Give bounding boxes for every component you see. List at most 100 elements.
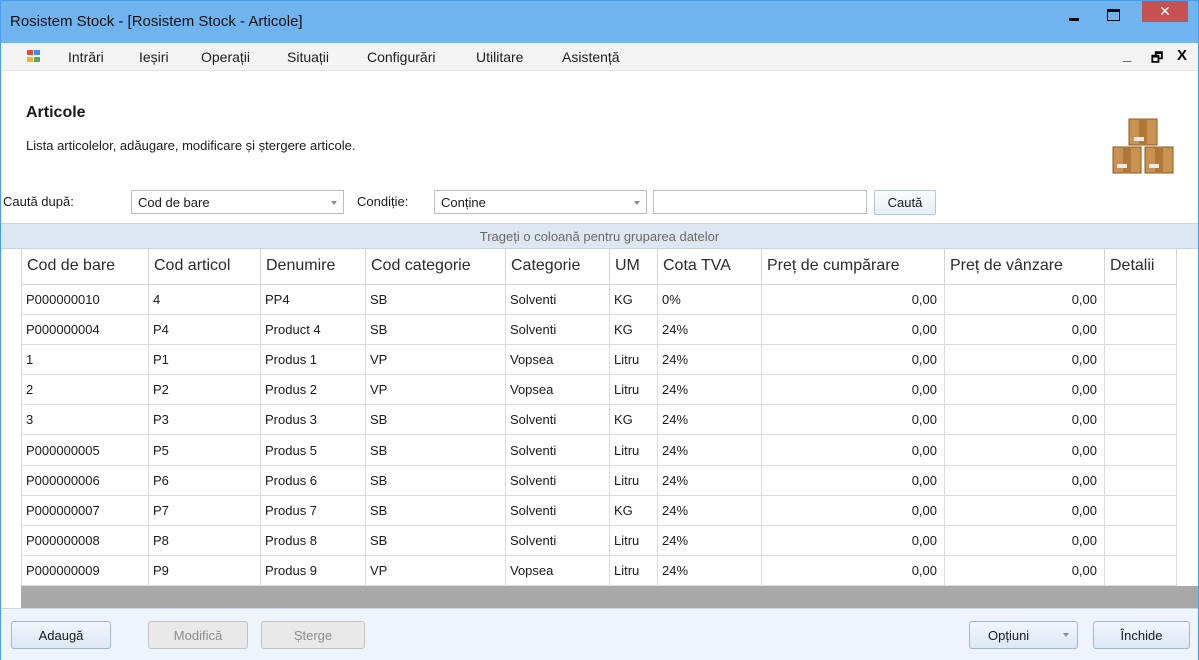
table-cell: Produs 2 bbox=[260, 374, 366, 406]
search-by-select[interactable]: Cod de bare bbox=[131, 190, 344, 214]
mdi-restore-button[interactable]: 🗗 bbox=[1151, 49, 1163, 71]
table-cell: 0,00 bbox=[944, 434, 1105, 466]
column-header-denumire[interactable]: Denumire bbox=[260, 249, 366, 285]
window-title: Rosistem Stock - [Rosistem Stock - Artic… bbox=[10, 13, 303, 30]
table-row[interactable]: P000000006 P6 Produs 6 SB Solventi Litru 24% 0,… bbox=[21, 464, 1177, 496]
table-row[interactable]: 3 P3 Produs 3 SB Solventi KG 24% 0,00 0,00 bbox=[21, 404, 1177, 436]
table-cell: P1 bbox=[148, 343, 261, 376]
table-row[interactable]: P000000010 4 PP4 SB Solventi KG 0% 0,00 0,00 bbox=[21, 283, 1177, 315]
page-title: Articole bbox=[26, 104, 86, 121]
column-header-cota-tva[interactable]: Cota TVA bbox=[657, 249, 762, 285]
table-row[interactable]: 1 P1 Produs 1 VP Vopsea Litru 24% 0,00 0,00 bbox=[21, 343, 1177, 376]
table-cell: 0,00 bbox=[761, 464, 945, 496]
search-by-label: Caută după: bbox=[3, 194, 74, 209]
menu-situatii[interactable]: Situații bbox=[287, 49, 329, 65]
table-cell: SB bbox=[365, 464, 506, 496]
table-row[interactable]: 2 P2 Produs 2 VP Vopsea Litru 24% 0,00 0,00 bbox=[21, 374, 1177, 406]
grid-row-indicator bbox=[1, 249, 21, 608]
table-cell: 0,00 bbox=[761, 434, 945, 466]
menu-operatii[interactable]: Operații bbox=[201, 49, 250, 65]
column-header-cod-categorie[interactable]: Cod categorie bbox=[365, 249, 506, 285]
column-header-categorie[interactable]: Categorie bbox=[505, 249, 610, 285]
table-cell: P8 bbox=[148, 524, 261, 557]
table-cell: 24% bbox=[657, 404, 762, 436]
table-cell: Vopsea bbox=[505, 555, 610, 587]
table-header-row: Cod de bare Cod articol Denumire Cod cat… bbox=[21, 249, 1177, 285]
table-row[interactable]: P000000008 P8 Produs 8 SB Solventi Litru 24% 0,… bbox=[21, 524, 1177, 557]
table-cell: Solventi bbox=[505, 494, 610, 527]
table-cell: 0,00 bbox=[944, 283, 1105, 315]
add-button[interactable]: Adaugă bbox=[11, 621, 111, 649]
table-cell: Solventi bbox=[505, 404, 610, 436]
dropdown-arrow-icon bbox=[634, 201, 640, 205]
table-cell: P7 bbox=[148, 494, 261, 527]
articles-table: Cod de bare Cod articol Denumire Cod cat… bbox=[21, 249, 1177, 587]
table-cell: 0% bbox=[657, 283, 762, 315]
grid-empty-area bbox=[21, 586, 1198, 608]
close-button[interactable]: Închide bbox=[1093, 621, 1190, 649]
column-header-cod-de-bare[interactable]: Cod de bare bbox=[21, 249, 149, 285]
table-cell: Vopsea bbox=[505, 343, 610, 376]
table-cell: 0,00 bbox=[761, 313, 945, 345]
table-cell bbox=[1104, 283, 1177, 315]
table-cell: Solventi bbox=[505, 283, 610, 315]
column-header-um[interactable]: UM bbox=[609, 249, 658, 285]
delete-button[interactable]: Șterge bbox=[261, 621, 365, 649]
table-cell: Solventi bbox=[505, 524, 610, 557]
table-cell: Product 4 bbox=[260, 313, 366, 345]
window-maximize-button[interactable] bbox=[1100, 1, 1126, 29]
options-button[interactable]: Opțiuni bbox=[969, 621, 1078, 649]
table-cell: SB bbox=[365, 404, 506, 436]
table-cell: P3 bbox=[148, 404, 261, 436]
condition-select[interactable]: Conține bbox=[434, 190, 647, 214]
table-cell bbox=[1104, 374, 1177, 406]
table-cell: 0,00 bbox=[761, 524, 945, 557]
table-row[interactable]: P000000004 P4 Product 4 SB Solventi KG 24% 0,00… bbox=[21, 313, 1177, 345]
table-cell: 0,00 bbox=[761, 555, 945, 587]
table-cell: 0,00 bbox=[944, 464, 1105, 496]
column-header-detalii[interactable]: Detalii bbox=[1104, 249, 1177, 285]
table-cell: 0,00 bbox=[944, 404, 1105, 436]
table-cell: Produs 7 bbox=[260, 494, 366, 527]
column-header-pret-vanzare[interactable]: Preț de vânzare bbox=[944, 249, 1105, 285]
edit-button[interactable]: Modifică bbox=[148, 621, 248, 649]
boxes-icon bbox=[1112, 118, 1174, 174]
page-description: Lista articolelor, adăugare, modificare … bbox=[26, 138, 356, 153]
table-row[interactable]: P000000009 P9 Produs 9 VP Vopsea Litru 24% 0,00… bbox=[21, 555, 1177, 587]
table-cell: P2 bbox=[148, 374, 261, 406]
table-cell: P9 bbox=[148, 555, 261, 587]
window-close-button[interactable]: ✕ bbox=[1142, 1, 1188, 22]
mdi-minimize-button[interactable]: _ bbox=[1123, 47, 1131, 64]
table-cell: 0,00 bbox=[944, 494, 1105, 527]
app-window: Rosistem Stock - [Rosistem Stock - Artic… bbox=[0, 0, 1199, 660]
group-by-panel[interactable]: Trageți o coloană pentru gruparea datelo… bbox=[1, 223, 1198, 249]
column-header-pret-cumparare[interactable]: Preț de cumpărare bbox=[761, 249, 945, 285]
table-row[interactable]: P000000005 P5 Produs 5 SB Solventi Litru 24% 0,… bbox=[21, 434, 1177, 466]
table-cell: Litru bbox=[609, 555, 658, 587]
menu-asistenta[interactable]: Asistență bbox=[562, 49, 620, 65]
column-header-cod-articol[interactable]: Cod articol bbox=[148, 249, 261, 285]
mdi-close-button[interactable]: X bbox=[1177, 47, 1187, 64]
menu-utilitare[interactable]: Utilitare bbox=[476, 49, 523, 65]
table-cell: Litru bbox=[609, 434, 658, 466]
table-cell: 24% bbox=[657, 434, 762, 466]
menu-configurari[interactable]: Configurări bbox=[367, 49, 435, 65]
table-cell: Litru bbox=[609, 464, 658, 496]
window-minimize-button[interactable] bbox=[1060, 1, 1088, 29]
table-cell: 0,00 bbox=[761, 343, 945, 376]
table-row[interactable]: P000000007 P7 Produs 7 SB Solventi KG 24% 0,00 0… bbox=[21, 494, 1177, 527]
table-cell: 24% bbox=[657, 313, 762, 345]
table-cell: VP bbox=[365, 555, 506, 587]
table-cell bbox=[1104, 555, 1177, 587]
table-cell: Litru bbox=[609, 524, 658, 557]
find-button[interactable]: Caută bbox=[874, 190, 936, 215]
app-icon[interactable] bbox=[27, 50, 43, 64]
menu-intrari[interactable]: Intrări bbox=[68, 49, 104, 65]
table-cell: KG bbox=[609, 313, 658, 345]
search-text-input[interactable] bbox=[653, 190, 867, 214]
table-cell bbox=[1104, 494, 1177, 527]
table-cell: VP bbox=[365, 374, 506, 406]
footer-bar: Adaugă Modifică Șterge Opțiuni Închide bbox=[1, 608, 1198, 660]
menu-iesiri[interactable]: Ieșiri bbox=[139, 49, 169, 65]
table-cell: 0,00 bbox=[761, 404, 945, 436]
